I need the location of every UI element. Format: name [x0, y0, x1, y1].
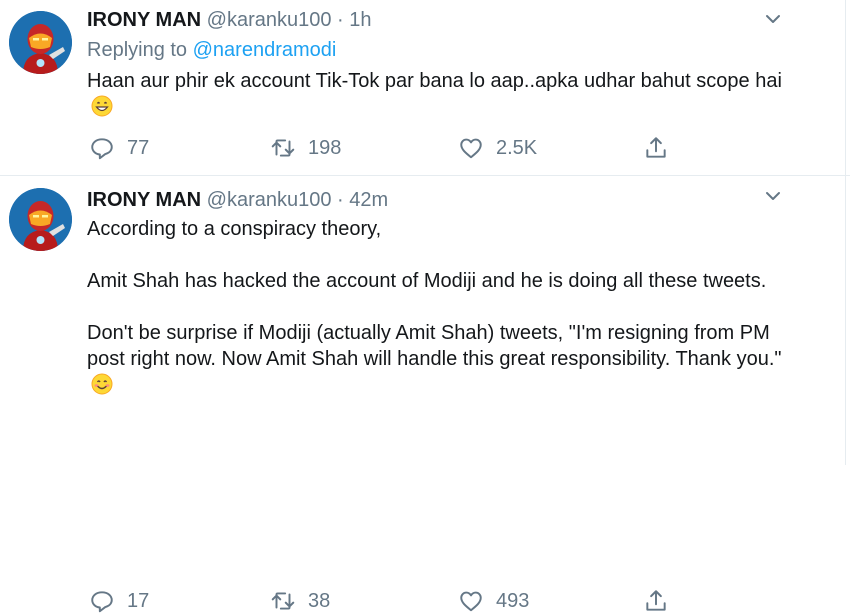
share-icon [646, 137, 666, 158]
avatar[interactable] [9, 11, 72, 74]
mention-link[interactable]: @narendramodi [193, 39, 337, 61]
author-name[interactable]: IRONY MAN [87, 189, 201, 211]
author-name[interactable]: IRONY MAN [87, 9, 201, 31]
retweet-count: 38 [308, 589, 331, 612]
share-button[interactable] [643, 133, 669, 163]
tweet-actions: 77 198 2.5K [0, 133, 850, 163]
reply-icon [91, 138, 113, 160]
tweet-actions: 17 38 493 [0, 586, 850, 616]
replying-to: Replying to @narendramodi [87, 38, 336, 62]
reply-count: 77 [127, 136, 150, 159]
tweet-header: IRONY MAN @karanku100 · 1h [87, 8, 372, 32]
tweet-text: Haan aur phir ek account Tik-Tok par ban… [87, 68, 792, 120]
share-button[interactable] [643, 586, 669, 616]
retweet-count: 198 [308, 136, 342, 159]
avatar[interactable] [9, 188, 72, 251]
retweet-icon [271, 139, 295, 157]
tweet-header: IRONY MAN @karanku100 · 42m [87, 188, 388, 212]
tweet-text-line: According to a conspiracy theory, [87, 218, 382, 240]
retweet-icon [271, 592, 295, 610]
timeline-border [845, 0, 846, 465]
tweet-time[interactable]: 1h [349, 9, 371, 31]
avatar-image [9, 188, 72, 251]
tweet-text: According to a conspiracy theory, Amit S… [87, 216, 792, 398]
like-icon [460, 138, 482, 159]
grinning-face-emoji [91, 95, 113, 117]
chevron-down-icon[interactable] [763, 9, 783, 29]
separator-dot: · [337, 9, 344, 31]
chevron-down-icon[interactable] [763, 186, 783, 206]
retweet-button[interactable]: 38 [270, 586, 330, 616]
like-button[interactable]: 2.5K [458, 133, 537, 163]
share-icon [646, 590, 666, 611]
avatar-image [9, 11, 72, 74]
author-handle[interactable]: @karanku100 [207, 9, 332, 31]
author-handle[interactable]: @karanku100 [207, 189, 332, 211]
tweet-text-line: Don't be surprise if Modiji (actually Am… [87, 322, 782, 370]
like-button[interactable]: 493 [458, 586, 529, 616]
tweet[interactable]: IRONY MAN @karanku100 · 42m According to… [0, 176, 850, 613]
tweet-time[interactable]: 42m [349, 189, 388, 211]
retweet-button[interactable]: 198 [270, 133, 341, 163]
tweet[interactable]: IRONY MAN @karanku100 · 1h Replying to @… [0, 0, 850, 175]
reply-icon [91, 591, 113, 613]
tweet-text-line: Haan aur phir ek account Tik-Tok par ban… [87, 70, 782, 92]
reply-button[interactable]: 77 [89, 133, 149, 163]
smiling-face-emoji [91, 373, 113, 395]
tweet-text-line: Amit Shah has hacked the account of Modi… [87, 270, 767, 292]
replying-to-label: Replying to [87, 39, 193, 61]
like-icon [460, 591, 482, 612]
reply-count: 17 [127, 589, 150, 612]
like-count: 2.5K [496, 136, 538, 159]
reply-button[interactable]: 17 [89, 586, 149, 616]
like-count: 493 [496, 589, 530, 612]
tweet-text-paragraph: Don't be surprise if Modiji (actually Am… [87, 320, 792, 398]
separator-dot: · [337, 189, 344, 211]
